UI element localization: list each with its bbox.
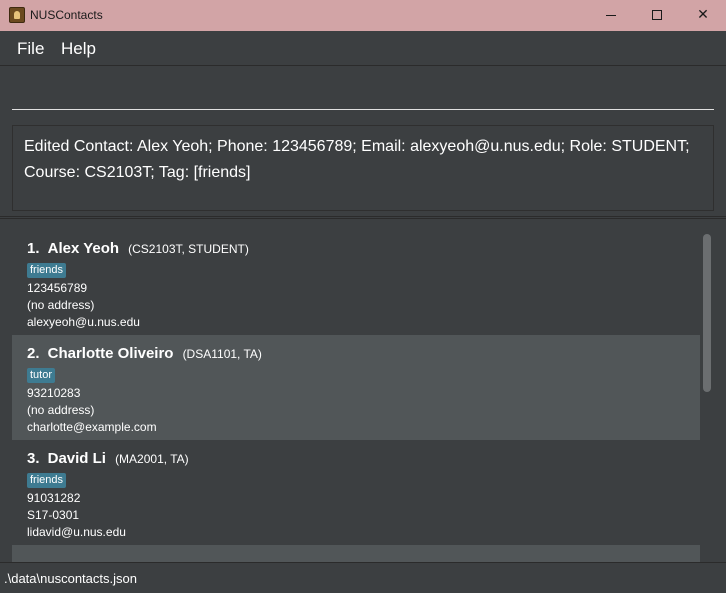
minimize-icon	[606, 15, 616, 16]
person-index: 2.	[27, 345, 40, 362]
person-phone: 93210283	[27, 386, 81, 400]
title-bar: NUSContacts ✕	[0, 0, 726, 31]
person-name: Charlotte Oliveiro	[47, 345, 174, 362]
close-icon: ✕	[697, 7, 709, 23]
minimize-button[interactable]	[588, 0, 634, 31]
person-index: 3.	[27, 450, 40, 467]
status-bar: .\data\nuscontacts.json	[0, 562, 726, 593]
person-index: 1.	[27, 240, 40, 257]
window-title: NUSContacts	[30, 8, 103, 22]
person-course-role: (DSA1101, TA)	[182, 347, 262, 361]
person-phone: 123456789	[27, 281, 88, 295]
person-card[interactable]: 3. David Li (MA2001, TA) friends 9103128…	[12, 440, 700, 545]
person-name: Alex Yeoh	[47, 240, 120, 257]
person-list-scrollbar[interactable]	[700, 230, 714, 563]
card-header: 1. Alex Yeoh (CS2103T, STUDENT)	[27, 238, 685, 258]
save-location-path: .\data\nuscontacts.json	[4, 571, 137, 586]
person-card[interactable]: 2. Charlotte Oliveiro (DSA1101, TA) tuto…	[12, 335, 700, 440]
person-address: (no address)	[27, 298, 95, 312]
person-tag: tutor	[27, 368, 56, 383]
menu-file[interactable]: File	[17, 39, 44, 59]
person-address: S17-0301	[27, 508, 80, 522]
result-display: Edited Contact: Alex Yeoh; Phone: 123456…	[12, 125, 714, 211]
person-phone: 91031282	[27, 491, 81, 505]
close-button[interactable]: ✕	[680, 0, 726, 31]
person-tag: friends	[27, 473, 67, 488]
person-email: lidavid@u.nus.edu	[27, 525, 126, 539]
person-address: (no address)	[27, 403, 95, 417]
menu-help[interactable]: Help	[61, 39, 96, 59]
person-list-pane: 1. Alex Yeoh (CS2103T, STUDENT) friends …	[0, 218, 726, 563]
result-display-pane: Edited Contact: Alex Yeoh; Phone: 123456…	[0, 119, 726, 217]
person-course-role: (CS2103T, STUDENT)	[128, 242, 249, 256]
card-header: 3. David Li (MA2001, TA)	[27, 448, 685, 468]
person-email: charlotte@example.com	[27, 420, 157, 434]
person-list[interactable]: 1. Alex Yeoh (CS2103T, STUDENT) friends …	[12, 230, 700, 563]
maximize-button[interactable]	[634, 0, 680, 31]
menu-bar: File Help	[0, 31, 726, 66]
command-box	[0, 66, 726, 119]
maximize-icon	[652, 10, 662, 20]
card-header: 2. Charlotte Oliveiro (DSA1101, TA)	[27, 343, 685, 363]
app-contacts-icon	[9, 7, 25, 23]
person-email: alexyeoh@u.nus.edu	[27, 315, 140, 329]
person-card-partial[interactable]	[12, 545, 700, 563]
person-course-role: (MA2001, TA)	[115, 452, 189, 466]
command-input[interactable]	[12, 84, 714, 110]
person-tag: friends	[27, 263, 67, 278]
person-name: David Li	[47, 450, 106, 467]
person-card[interactable]: 1. Alex Yeoh (CS2103T, STUDENT) friends …	[12, 230, 700, 335]
scroll-thumb[interactable]	[703, 234, 711, 392]
